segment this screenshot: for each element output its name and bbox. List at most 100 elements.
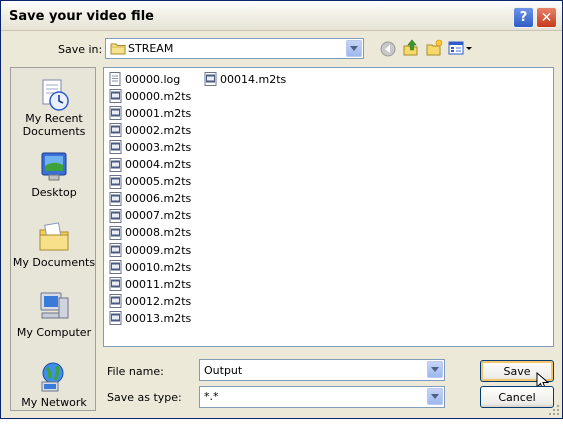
file-item-name: 00002.m2ts [125,123,192,137]
close-icon: ✕ [540,9,553,26]
file-name-input[interactable]: Output [199,359,445,381]
video-file-icon [109,311,122,326]
video-file-icon [109,208,122,223]
file-item-name: 00000.m2ts [125,89,192,103]
video-file-icon [109,294,122,309]
file-item[interactable]: 00002.m2ts [109,122,191,138]
place-desktop[interactable]: Desktop [11,144,97,214]
video-file-icon [109,157,122,172]
file-item[interactable]: 00013.m2ts [109,310,191,326]
chevron-down-icon [350,46,358,51]
back-arrow-icon [380,41,396,57]
resize-grip-icon[interactable] [548,404,560,416]
save-as-type-value: *.* [204,390,219,403]
view-menu-button[interactable] [447,38,473,58]
up-folder-button[interactable] [401,38,421,58]
save-button-label: Save [503,364,531,378]
file-item[interactable]: 00003.m2ts [109,139,191,155]
video-file-icon [109,174,122,189]
question-icon: ? [519,10,528,25]
title-bar[interactable]: Save your video file ? ✕ [1,1,562,31]
file-item[interactable]: 00010.m2ts [109,259,191,275]
save-as-type-dropdown-arrow[interactable] [427,388,443,405]
video-file-icon [109,243,122,257]
file-item-name: 00013.m2ts [125,311,192,325]
folder-icon [110,43,126,55]
file-list[interactable]: 00000.log 00000.m2ts 00001.m2ts 00002.m2ts 0… [103,67,554,347]
file-item[interactable]: 00008.m2ts [109,225,191,241]
save-in-label: Save in: [58,43,103,56]
file-item-name: 00010.m2ts [125,260,192,274]
file-item-name: 00014.m2ts [220,72,287,86]
help-button[interactable]: ? [513,7,534,28]
file-item[interactable]: 00005.m2ts [109,174,191,190]
up-folder-icon [403,39,418,56]
file-item-name: 00000.log [125,72,181,86]
chevron-down-icon [431,367,439,372]
cancel-button-label: Cancel [498,390,536,404]
save-in-value: STREAM [128,42,174,55]
place-my-network[interactable]: My Network [11,354,97,424]
file-item[interactable]: 00007.m2ts [109,208,191,224]
file-item[interactable]: 00001.m2ts [109,105,191,121]
back-button[interactable] [378,39,398,59]
file-item-name: 00004.m2ts [125,158,192,171]
cancel-button[interactable]: Cancel [480,386,554,408]
place-label: My Computer [16,326,92,339]
file-item-name: 00009.m2ts [125,243,192,257]
file-item-name: 00008.m2ts [125,226,192,240]
file-item-name: 00007.m2ts [125,209,192,223]
video-file-icon [109,277,122,292]
place-recent-documents[interactable]: My Recent Documents [11,72,97,142]
my-computer-icon [40,292,69,319]
file-item[interactable]: 00004.m2ts [109,157,191,173]
video-file-icon [109,106,122,121]
place-my-documents[interactable]: My Documents [11,214,97,284]
file-item[interactable]: 00009.m2ts [109,242,191,258]
video-file-icon [109,260,122,275]
video-file-icon [204,72,217,86]
close-button[interactable]: ✕ [536,7,557,28]
places-bar: My Recent Documents Desktop My Documents [10,67,96,411]
place-label: My Documents [12,256,96,269]
place-my-computer[interactable]: My Computer [11,284,97,354]
file-item[interactable]: 00014.m2ts [204,71,286,87]
save-in-dropdown[interactable]: STREAM [105,38,364,59]
file-item-name: 00006.m2ts [125,192,192,206]
video-file-icon [109,123,122,138]
save-dialog: Save your video file ? ✕ Save in: STREAM [0,0,563,419]
video-file-icon [109,89,122,104]
save-as-type-label: Save as type: [107,391,182,404]
view-menu-icon [448,41,472,55]
file-item-name: 00005.m2ts [125,175,192,189]
file-item[interactable]: 00000.log [109,71,180,87]
file-name-value: Output [204,364,243,377]
file-item-name: 00011.m2ts [125,277,192,291]
new-folder-icon [426,39,443,56]
file-name-label: File name: [107,365,164,378]
file-name-dropdown-arrow[interactable] [427,361,443,378]
file-item[interactable]: 00011.m2ts [109,276,191,292]
file-item-name: 00001.m2ts [125,106,192,120]
recent-documents-icon [42,79,69,111]
place-label: My Network [21,396,87,409]
file-item[interactable]: 00012.m2ts [109,293,191,309]
file-item-name: 00003.m2ts [125,140,192,154]
text-file-icon [109,72,121,86]
file-item-name: 00012.m2ts [125,294,192,308]
save-as-type-dropdown[interactable]: *.* [199,386,445,408]
save-in-dropdown-arrow[interactable] [346,40,362,57]
desktop-icon [41,152,67,181]
place-label: My Recent Documents [22,112,86,138]
place-label: Desktop [31,186,77,199]
file-item[interactable]: 00006.m2ts [109,191,191,207]
my-network-icon [41,362,64,392]
chevron-down-icon [431,394,439,399]
file-item[interactable]: 00000.m2ts [109,88,191,104]
video-file-icon [109,140,122,155]
new-folder-button[interactable] [424,38,444,58]
window-title: Save your video file [9,9,154,24]
my-documents-icon [39,222,69,251]
video-file-icon [109,225,122,240]
video-file-icon [109,191,122,206]
